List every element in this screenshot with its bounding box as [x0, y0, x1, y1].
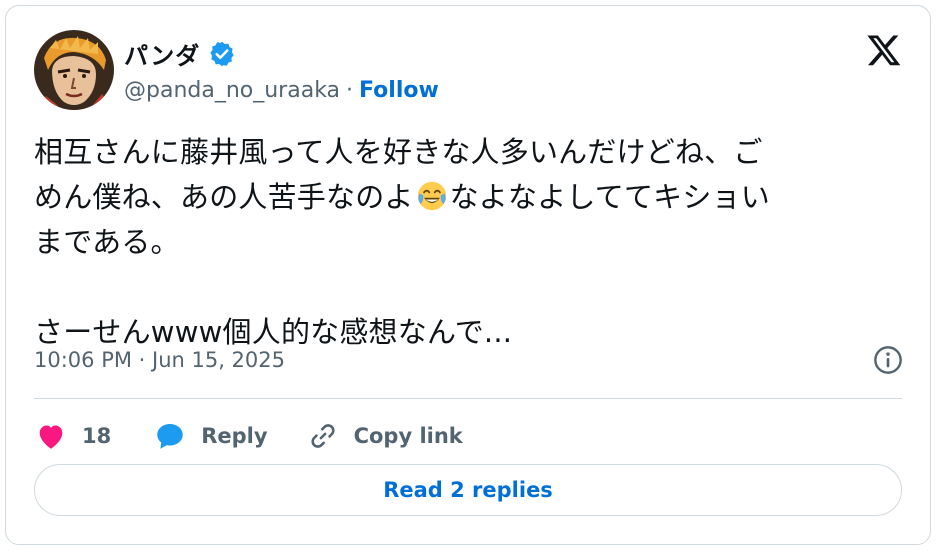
reply-label: Reply [201, 424, 268, 448]
info-icon[interactable] [872, 344, 904, 376]
reply-button[interactable]: Reply [153, 419, 268, 453]
face-with-tears-of-joy-emoji [417, 181, 446, 211]
tweet-text-segment: なよなよしててキショい [449, 180, 770, 214]
avatar[interactable] [34, 30, 114, 110]
divider [34, 398, 902, 399]
avatar-image [34, 30, 114, 110]
copy-link-label: Copy link [353, 424, 463, 448]
heart-icon [39, 425, 63, 449]
tweet-line: まである。 [34, 225, 180, 259]
verified-badge-icon [210, 41, 234, 66]
separator-dot: · [346, 78, 354, 103]
handle[interactable]: @panda_no_uraaka [124, 78, 340, 103]
tweet-card: パンダ @panda_no_uraaka · Follow 相互さんに藤井風って… [5, 5, 931, 545]
speech-bubble-icon [157, 423, 183, 449]
tweet-text: 相互さんに藤井風って人を好きな人多いんだけどね、ご めん僕ね、あの人苦手なのよ … [34, 130, 904, 355]
action-bar: 18 Reply Copy link [34, 414, 463, 458]
like-button[interactable]: 18 [34, 419, 111, 453]
copy-link-button[interactable]: Copy link [306, 419, 463, 453]
tweet-line: 相互さんに藤井風って人を好きな人多いんだけどね、ご [34, 135, 763, 169]
timestamp[interactable]: 10:06 PM · Jun 15, 2025 [34, 348, 285, 372]
like-count: 18 [82, 424, 112, 448]
link-icon [311, 424, 335, 448]
x-logo-icon[interactable] [866, 32, 902, 68]
display-name[interactable]: パンダ [124, 36, 200, 71]
read-replies-button[interactable]: Read 2 replies [34, 464, 902, 516]
tweet-line: めん僕ね、あの人苦手なのよ なよなよしててキショい [34, 175, 904, 220]
tweet-text-segment: めん僕ね、あの人苦手なのよ [34, 180, 414, 214]
follow-button[interactable]: Follow [359, 78, 439, 103]
